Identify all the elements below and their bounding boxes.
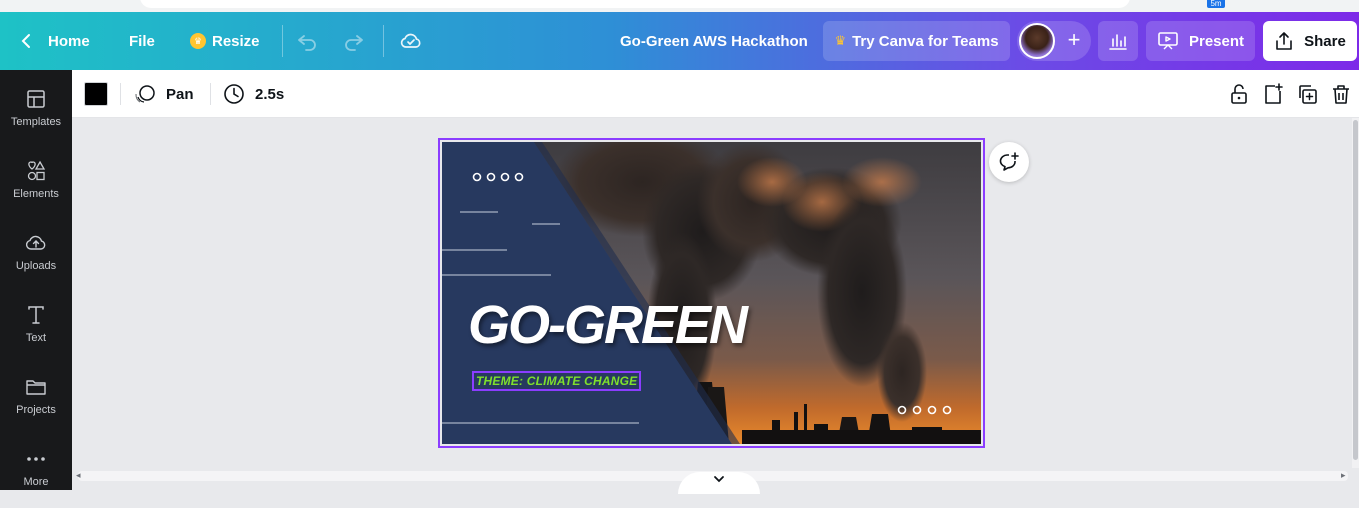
left-sidebar: Templates Elements Uploads Text Projects… (0, 70, 72, 490)
collaborators: + (1017, 21, 1091, 61)
resize-label: Resize (212, 32, 260, 50)
pages-toggle[interactable] (678, 472, 760, 494)
sidebar-item-label: Text (25, 332, 47, 344)
scroll-right-icon[interactable]: ▸ (1341, 470, 1346, 481)
present-label: Present (1188, 32, 1245, 50)
duration-button[interactable]: 2.5s (223, 70, 284, 118)
share-label: Share (1304, 32, 1346, 50)
sidebar-item-label: Uploads (15, 260, 57, 272)
folder-icon (26, 380, 46, 395)
sidebar-item-text[interactable]: Text (0, 304, 72, 364)
try-teams-button[interactable]: ♛ Try Canva for Teams (823, 21, 1010, 61)
slide-title[interactable]: GO-GREEN (468, 294, 748, 356)
redo-icon[interactable] (342, 29, 366, 53)
share-button[interactable]: Share (1263, 21, 1357, 61)
undo-icon[interactable] (295, 29, 319, 53)
sidebar-item-label: Templates (10, 116, 62, 128)
context-toolbar: Pan 2.5s (72, 70, 1359, 118)
scrollbar-thumb[interactable] (1353, 120, 1358, 460)
cloud-saved-icon[interactable] (399, 29, 423, 53)
text-icon (28, 306, 44, 324)
color-swatch[interactable] (84, 82, 108, 106)
resize-button[interactable]: ♛ Resize (190, 12, 260, 70)
share-icon (1276, 32, 1292, 50)
insights-button[interactable] (1098, 21, 1138, 61)
uploads-icon (25, 235, 46, 250)
sidebar-item-label: Projects (16, 404, 56, 416)
teams-label: Try Canva for Teams (852, 32, 999, 50)
editor-topbar: Home File ♛ Resize Go-Green AWS Hackatho… (0, 12, 1359, 70)
add-comment-button[interactable] (989, 142, 1029, 182)
animation-button[interactable]: Pan (134, 70, 194, 118)
slide-page[interactable]: GO-GREEN THEME: CLIMATE CHANGE (442, 142, 981, 444)
sidebar-item-uploads[interactable]: Uploads (0, 232, 72, 292)
templates-icon (27, 90, 45, 108)
elements-icon (27, 160, 46, 181)
sidebar-item-more[interactable]: More (0, 448, 72, 508)
slide-theme-text[interactable]: THEME: CLIMATE CHANGE (472, 371, 642, 391)
avatar[interactable] (1019, 23, 1055, 59)
divider (120, 83, 121, 105)
crown-icon: ♛ (834, 33, 847, 48)
bar-chart-icon (1109, 34, 1127, 50)
chevron-left-icon (21, 34, 30, 48)
duration-label: 2.5s (255, 85, 285, 103)
sidebar-item-label: Elements (13, 188, 59, 200)
extension-badge[interactable]: 5m (1207, 0, 1225, 8)
divider (282, 25, 283, 57)
chevron-down-icon (714, 476, 724, 483)
home-button[interactable]: Home (18, 12, 90, 70)
animation-label: Pan (166, 85, 194, 103)
sidebar-item-projects[interactable]: Projects (0, 376, 72, 436)
divider (210, 83, 211, 105)
home-label: Home (48, 32, 90, 50)
comment-add-icon (999, 152, 1019, 171)
duplicate-page-icon[interactable] (1296, 83, 1318, 105)
file-menu-button[interactable]: File (129, 12, 155, 70)
more-icon (27, 457, 45, 461)
sidebar-item-elements[interactable]: Elements (0, 160, 72, 220)
document-title[interactable]: Go-Green AWS Hackathon (620, 12, 808, 70)
divider (383, 25, 384, 57)
add-page-icon[interactable] (1262, 83, 1284, 105)
trash-icon[interactable] (1330, 83, 1352, 105)
crown-icon: ♛ (190, 33, 206, 49)
add-people-button[interactable]: + (1061, 28, 1087, 54)
clock-icon (224, 84, 244, 104)
present-button[interactable]: Present (1146, 21, 1255, 61)
browser-strip: 5m (0, 0, 1359, 12)
vertical-scrollbar[interactable] (1352, 118, 1359, 468)
sidebar-item-templates[interactable]: Templates (0, 88, 72, 148)
slide-artwork (442, 142, 981, 444)
animate-icon (135, 85, 155, 103)
scroll-left-icon[interactable]: ◂ (76, 470, 81, 481)
present-icon (1158, 32, 1178, 50)
address-bar[interactable] (140, 0, 1130, 8)
sidebar-item-label: More (23, 476, 49, 488)
unlock-icon[interactable] (1228, 83, 1250, 105)
